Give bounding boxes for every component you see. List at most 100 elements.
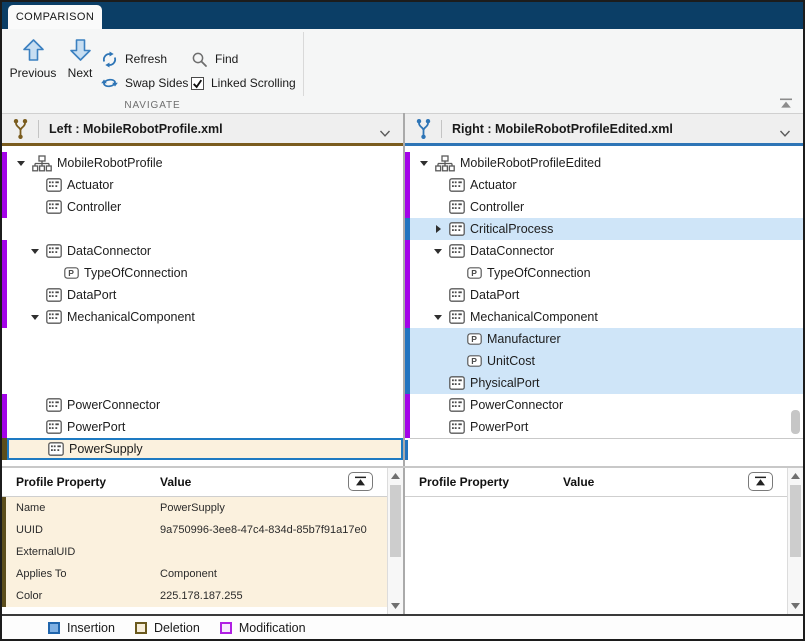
scroll-down-button[interactable] <box>388 599 403 613</box>
tree-row[interactable]: DataConnector <box>2 240 403 262</box>
tree-row[interactable]: PowerPort <box>2 416 403 438</box>
legend-item-insertion: Insertion <box>48 621 115 635</box>
tree-row[interactable]: MechanicalComponent <box>2 306 403 328</box>
tree-row[interactable]: DataPort <box>405 284 803 306</box>
right-table-scrollbar[interactable] <box>787 468 803 614</box>
ins-change-bar <box>405 372 410 394</box>
change-bar-empty <box>2 218 7 240</box>
expander-open-icon[interactable] <box>432 312 444 322</box>
tree-row-blank[interactable] <box>405 438 803 460</box>
left-file-title: Left : MobileRobotProfile.xml <box>49 122 223 136</box>
del-change-bar <box>2 438 7 460</box>
collapse-table-button[interactable] <box>348 472 373 491</box>
tree-row-content <box>410 438 803 460</box>
property-row[interactable]: Applies ToComponent <box>2 563 387 585</box>
property-row[interactable]: NamePowerSupply <box>2 497 387 519</box>
column-header-property: Profile Property <box>16 475 106 489</box>
tree-row[interactable]: PowerConnector <box>405 394 803 416</box>
expander-open-icon[interactable] <box>15 158 27 168</box>
left-file-dropdown[interactable]: Left : MobileRobotProfile.xml <box>2 114 403 146</box>
tree-row[interactable]: Controller <box>2 196 403 218</box>
scrollbar-thumb[interactable] <box>390 485 401 557</box>
tree-row-content: PTypeOfConnection <box>7 262 403 284</box>
tree-row[interactable]: PTypeOfConnection <box>405 262 803 284</box>
tree-row-content: PowerSupply <box>7 438 403 460</box>
change-bar-empty <box>2 350 7 372</box>
tree-row[interactable]: DataConnector <box>405 240 803 262</box>
property-value: 225.178.187.255 <box>160 590 243 602</box>
tree-row[interactable]: Controller <box>405 196 803 218</box>
refresh-button[interactable]: Refresh <box>101 49 167 69</box>
property-icon: P <box>467 267 482 279</box>
left-table-scrollbar[interactable] <box>387 468 403 614</box>
collapse-table-button[interactable] <box>748 472 773 491</box>
legend-item-deletion: Deletion <box>135 621 200 635</box>
tree-row[interactable]: Actuator <box>2 174 403 196</box>
tree-item-label: MechanicalComponent <box>67 310 195 324</box>
tree-row[interactable]: PTypeOfConnection <box>2 262 403 284</box>
header-separator <box>441 120 442 138</box>
tree-row[interactable]: PhysicalPort <box>405 372 803 394</box>
tree-row-content: MobileRobotProfileEdited <box>410 152 803 174</box>
stereotype-icon <box>46 178 62 192</box>
linked-scrolling-checkbox[interactable]: Linked Scrolling <box>191 73 296 93</box>
mod-change-bar <box>2 240 7 262</box>
tree-row-content: PowerConnector <box>410 394 803 416</box>
tree-item-label: UnitCost <box>487 354 535 368</box>
ins-change-bar <box>405 350 410 372</box>
find-button[interactable]: Find <box>191 49 238 69</box>
mod-change-bar <box>2 262 7 284</box>
swap-sides-button[interactable]: Swap Sides <box>101 73 188 93</box>
tree-item-label: PhysicalPort <box>470 376 539 390</box>
expander-open-icon[interactable] <box>29 312 41 322</box>
chevron-down-icon[interactable] <box>379 125 391 143</box>
column-header-property: Profile Property <box>419 475 509 489</box>
scrollbar-thumb[interactable] <box>790 485 801 557</box>
chevron-down-icon[interactable] <box>779 125 791 143</box>
expander-open-icon[interactable] <box>29 246 41 256</box>
mod-change-bar <box>2 416 7 438</box>
previous-button[interactable]: Previous <box>8 37 58 80</box>
tree-row[interactable]: DataPort <box>2 284 403 306</box>
tree-row[interactable]: PowerSupply <box>2 438 403 460</box>
change-bar-empty <box>2 372 7 394</box>
right-file-dropdown[interactable]: Right : MobileRobotProfileEdited.xml <box>405 114 803 146</box>
expander-open-icon[interactable] <box>432 246 444 256</box>
refresh-button-label: Refresh <box>125 52 167 66</box>
tree-row[interactable]: PowerPort <box>405 416 803 438</box>
property-row[interactable]: ExternalUID <box>2 541 387 563</box>
tree-row[interactable]: MechanicalComponent <box>405 306 803 328</box>
tree-row-blank <box>2 350 403 372</box>
property-row[interactable]: UUID9a750996-3ee8-47c4-834d-85b7f91a17e0 <box>2 519 387 541</box>
ribbon-collapse-button[interactable] <box>777 97 795 110</box>
stereotype-icon <box>449 200 465 214</box>
property-row[interactable]: Color225.178.187.255 <box>2 585 387 607</box>
tree-item-label: DataPort <box>470 288 519 302</box>
next-button[interactable]: Next <box>59 37 101 80</box>
scroll-down-button[interactable] <box>788 599 803 613</box>
tree-row[interactable]: Actuator <box>405 174 803 196</box>
right-table-body <box>405 497 787 614</box>
tree-row[interactable]: MobileRobotProfileEdited <box>405 152 803 174</box>
tree-row-content: PowerPort <box>410 416 803 438</box>
right-tree: MobileRobotProfileEdited ActuatorControll… <box>405 146 803 466</box>
tree-row[interactable]: MobileRobotProfile <box>2 152 403 174</box>
tree-row-content: Actuator <box>7 174 403 196</box>
mod-change-bar <box>405 394 410 416</box>
tree-row-content: PhysicalPort <box>410 372 803 394</box>
tree-row[interactable]: PUnitCost <box>405 350 803 372</box>
tree-row[interactable]: PManufacturer <box>405 328 803 350</box>
tab-comparison[interactable]: COMPARISON <box>8 5 102 29</box>
tree-row[interactable]: PowerConnector <box>2 394 403 416</box>
tree-row-content <box>7 372 403 394</box>
expander-closed-icon[interactable] <box>432 224 444 234</box>
tree-row-blank <box>2 372 403 394</box>
tree-item-label: DataConnector <box>470 244 554 258</box>
tree-item-label: MobileRobotProfileEdited <box>460 156 601 170</box>
stereotype-icon <box>449 178 465 192</box>
scroll-up-button[interactable] <box>388 469 403 483</box>
tree-row[interactable]: CriticalProcess <box>405 218 803 240</box>
scroll-up-button[interactable] <box>788 469 803 483</box>
expander-open-icon[interactable] <box>418 158 430 168</box>
deletion-stripe <box>2 497 6 607</box>
